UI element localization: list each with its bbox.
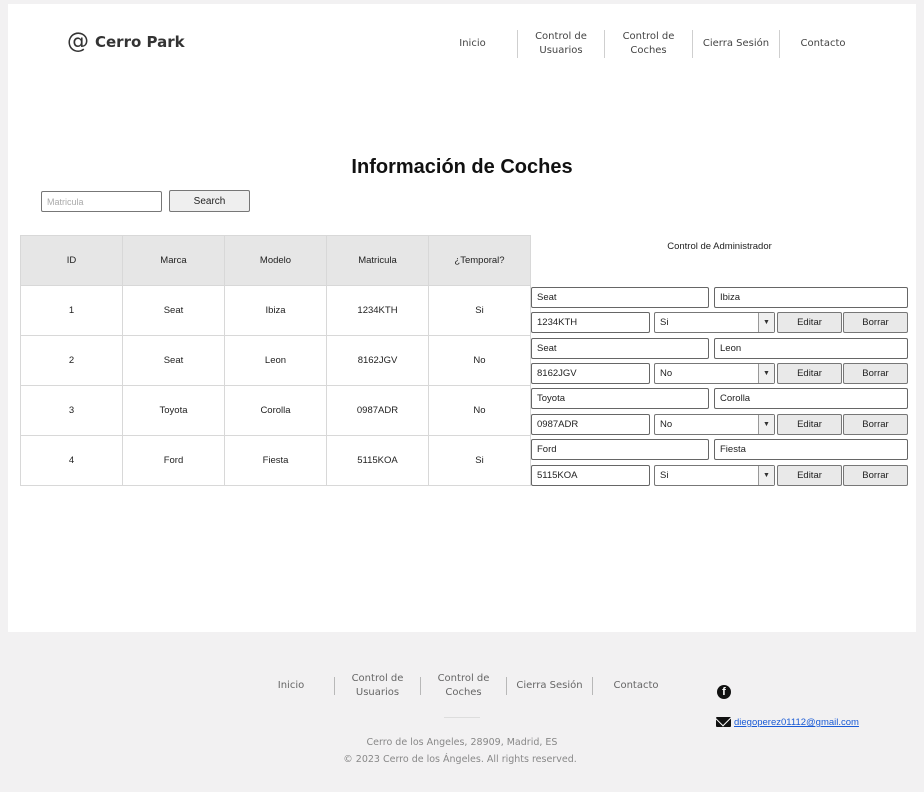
temporal-select-value: No — [660, 419, 673, 430]
footer-nav-control-usuarios[interactable]: Control de Usuarios — [335, 673, 421, 698]
page-title: Información de Coches — [351, 156, 573, 178]
footer-nav-control-coches[interactable]: Control de Coches — [421, 673, 507, 698]
cell-temporal: Si — [428, 435, 531, 486]
nav-inicio[interactable]: Inicio — [428, 30, 518, 58]
cell-modelo: Fiesta — [224, 435, 327, 486]
temporal-select-value: Si — [660, 317, 669, 328]
cell-temporal: No — [428, 385, 531, 436]
marca-field[interactable]: Seat — [531, 338, 709, 359]
footer-nav-contacto[interactable]: Contacto — [593, 677, 679, 695]
footer-address: Cerro de los Angeles, 28909, Madrid, ES — [366, 737, 558, 748]
temporal-select[interactable]: Si ▼ — [654, 465, 775, 486]
admin-title: Control de Administrador — [667, 241, 772, 252]
matricula-field[interactable]: 8162JGV — [531, 363, 650, 384]
cell-marca: Ford — [122, 435, 225, 486]
admin-row: Toyota Corolla 0987ADR No ▼ Editar Borra… — [531, 388, 908, 438]
table-row: 2 Seat Leon 8162JGV No — [20, 335, 531, 386]
modelo-field[interactable]: Fiesta — [714, 439, 908, 460]
modelo-field[interactable]: Leon — [714, 338, 908, 359]
marca-field[interactable]: Toyota — [531, 388, 709, 409]
header-modelo: Modelo — [224, 235, 327, 286]
mail-icon — [716, 717, 731, 727]
cell-temporal: No — [428, 335, 531, 386]
footer-nav-cierra-sesion[interactable]: Cierra Sesión — [507, 677, 593, 695]
header-id: ID — [20, 235, 123, 286]
logo-text: Cerro Park — [95, 33, 185, 51]
cell-id: 4 — [20, 435, 123, 486]
chevron-down-icon: ▼ — [758, 466, 774, 485]
matricula-field[interactable]: 0987ADR — [531, 414, 650, 435]
admin-row: Seat Leon 8162JGV No ▼ Editar Borrar — [531, 338, 908, 388]
temporal-select[interactable]: No ▼ — [654, 363, 775, 384]
cell-matricula: 1234KTH — [326, 285, 429, 336]
marca-field[interactable]: Seat — [531, 287, 709, 308]
edit-button[interactable]: Editar — [777, 363, 842, 384]
cell-matricula: 8162JGV — [326, 335, 429, 386]
cell-matricula: 5115KOA — [326, 435, 429, 486]
modelo-field[interactable]: Corolla — [714, 388, 908, 409]
cell-marca: Seat — [122, 335, 225, 386]
top-nav: Inicio Control de Usuarios Control de Co… — [428, 28, 866, 60]
email-link[interactable]: diegoperez01112@gmail.com — [734, 717, 859, 728]
delete-button[interactable]: Borrar — [843, 465, 908, 486]
header-matricula: Matricula — [326, 235, 429, 286]
footer-divider — [444, 717, 480, 718]
nav-cierra-sesion[interactable]: Cierra Sesión — [693, 30, 780, 58]
chevron-down-icon: ▼ — [758, 313, 774, 332]
temporal-select-value: No — [660, 368, 673, 379]
temporal-select[interactable]: Si ▼ — [654, 312, 775, 333]
page-content: @ Cerro Park Inicio Control de Usuarios … — [8, 4, 916, 632]
chevron-down-icon: ▼ — [758, 364, 774, 383]
table-header-row: ID Marca Modelo Matricula ¿Temporal? — [20, 235, 531, 286]
temporal-select-value: Si — [660, 470, 669, 481]
delete-button[interactable]: Borrar — [843, 363, 908, 384]
footer-nav: Inicio Control de Usuarios Control de Co… — [248, 670, 679, 702]
matricula-field[interactable]: 1234KTH — [531, 312, 650, 333]
cell-id: 3 — [20, 385, 123, 436]
temporal-select[interactable]: No ▼ — [654, 414, 775, 435]
admin-row: Ford Fiesta 5115KOA Si ▼ Editar Borrar — [531, 439, 908, 489]
search-button[interactable]: Search — [169, 190, 250, 212]
cell-marca: Toyota — [122, 385, 225, 436]
table-row: 1 Seat Ibiza 1234KTH Si — [20, 285, 531, 336]
cell-modelo: Leon — [224, 335, 327, 386]
search-input[interactable] — [41, 191, 162, 212]
cell-modelo: Ibiza — [224, 285, 327, 336]
admin-row: Seat Ibiza 1234KTH Si ▼ Editar Borrar — [531, 287, 908, 337]
at-sign-icon: @ — [67, 29, 89, 54]
delete-button[interactable]: Borrar — [843, 414, 908, 435]
marca-field[interactable]: Ford — [531, 439, 709, 460]
header-marca: Marca — [122, 235, 225, 286]
table-row: 3 Toyota Corolla 0987ADR No — [20, 385, 531, 436]
footer-copyright: © 2023 Cerro de los Ángeles. All rights … — [343, 754, 577, 765]
facebook-icon[interactable]: f — [717, 685, 731, 699]
edit-button[interactable]: Editar — [777, 414, 842, 435]
logo[interactable]: @ Cerro Park — [67, 30, 185, 54]
edit-button[interactable]: Editar — [777, 312, 842, 333]
header-temporal: ¿Temporal? — [428, 235, 531, 286]
cell-marca: Seat — [122, 285, 225, 336]
footer-nav-inicio[interactable]: Inicio — [248, 677, 335, 695]
modelo-field[interactable]: Ibiza — [714, 287, 908, 308]
table-row: 4 Ford Fiesta 5115KOA Si — [20, 435, 531, 486]
chevron-down-icon: ▼ — [758, 415, 774, 434]
cell-matricula: 0987ADR — [326, 385, 429, 436]
cell-id: 1 — [20, 285, 123, 336]
cell-id: 2 — [20, 335, 123, 386]
edit-button[interactable]: Editar — [777, 465, 842, 486]
nav-control-coches[interactable]: Control de Coches — [605, 30, 693, 58]
nav-contacto[interactable]: Contacto — [780, 30, 866, 58]
matricula-field[interactable]: 5115KOA — [531, 465, 650, 486]
delete-button[interactable]: Borrar — [843, 312, 908, 333]
cell-modelo: Corolla — [224, 385, 327, 436]
cell-temporal: Si — [428, 285, 531, 336]
cars-table: ID Marca Modelo Matricula ¿Temporal? 1 S… — [20, 235, 531, 486]
nav-control-usuarios[interactable]: Control de Usuarios — [518, 30, 605, 58]
